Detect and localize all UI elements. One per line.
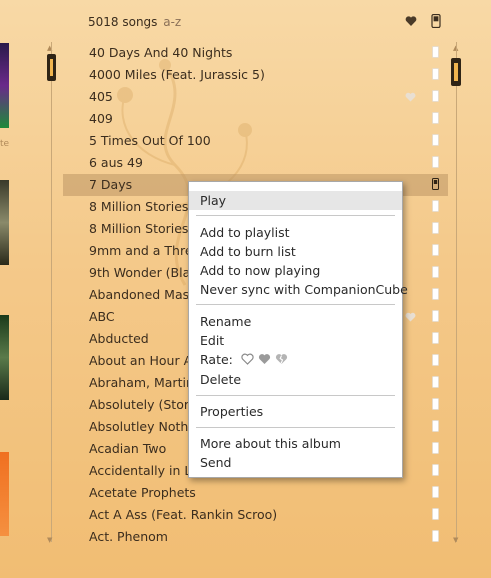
device-sync-icon[interactable] [432, 156, 439, 168]
heart-broken-icon[interactable] [275, 353, 288, 365]
menu-separator [196, 304, 395, 305]
song-title: Acadian Two [89, 441, 167, 456]
song-row[interactable]: 40 Days And 40 Nights [63, 42, 448, 64]
device-sync-icon[interactable] [432, 200, 439, 212]
device-sync-icon[interactable] [432, 68, 439, 80]
heart-icon[interactable] [405, 15, 417, 27]
song-title: 4000 Miles (Feat. Jurassic 5) [89, 67, 265, 82]
song-count-label: 5018 songs a-z [88, 15, 181, 29]
device-sync-icon[interactable] [432, 420, 439, 432]
album-art-thumbnail[interactable] [0, 315, 9, 400]
scroll-down-arrow-icon[interactable]: ▼ [453, 536, 458, 544]
song-title: Abandoned Mas [89, 287, 190, 302]
menu-item-rate[interactable]: Rate: [189, 350, 402, 369]
heart-outline-icon[interactable] [241, 353, 254, 365]
device-sync-icon[interactable] [432, 442, 439, 454]
scroll-down-arrow-icon[interactable]: ▼ [47, 536, 52, 544]
album-art-thumbnail[interactable] [0, 452, 9, 536]
menu-item-more-about-album[interactable]: More about this album [189, 434, 402, 453]
song-title: Absolutely (Story [89, 397, 197, 412]
scroll-track[interactable] [456, 42, 457, 542]
album-art-thumbnail[interactable] [0, 180, 9, 265]
album-art-caption: te [0, 139, 10, 149]
song-row[interactable]: Act A Ass (Feat. Rankin Scroo) [63, 504, 448, 526]
song-row[interactable]: Act. Phenom [63, 526, 448, 548]
menu-separator [196, 395, 395, 396]
song-title: 8 Million Stories [89, 221, 189, 236]
song-row[interactable]: 4000 Miles (Feat. Jurassic 5) [63, 64, 448, 86]
song-title: 409 [89, 111, 113, 126]
device-sync-icon[interactable] [432, 376, 439, 388]
device-sync-icon[interactable] [432, 398, 439, 410]
song-title: 9th Wonder (Blac [89, 265, 198, 280]
song-row[interactable]: 6 aus 49 [63, 152, 448, 174]
device-sync-icon[interactable] [432, 178, 439, 190]
list-header: 5018 songs a-z [88, 12, 448, 32]
device-sync-icon[interactable] [432, 222, 439, 234]
device-sync-icon[interactable] [432, 332, 439, 344]
scroll-thumb[interactable] [451, 58, 461, 86]
sort-order-link[interactable]: a-z [163, 15, 181, 29]
menu-item-send[interactable]: Send [189, 453, 402, 472]
song-title: About an Hour A [89, 353, 193, 368]
song-title: Acetate Prophets [89, 485, 196, 500]
song-row[interactable]: 405 [63, 86, 448, 108]
song-title: Act A Ass (Feat. Rankin Scroo) [89, 507, 278, 522]
rating-hearts [241, 353, 288, 365]
song-row[interactable]: 409 [63, 108, 448, 130]
song-title: 6 aus 49 [89, 155, 143, 170]
song-row[interactable]: 5 Times Out Of 100 [63, 130, 448, 152]
menu-item-never-sync[interactable]: Never sync with CompanionCube [189, 280, 408, 299]
device-sync-icon[interactable] [432, 288, 439, 300]
scroll-track[interactable] [51, 42, 52, 542]
song-title: Absolutley Noth [89, 419, 189, 434]
album-art-thumbnail[interactable] [0, 43, 9, 128]
song-title: 7 Days [89, 177, 133, 192]
device-icon[interactable] [431, 14, 441, 28]
device-sync-icon[interactable] [432, 46, 439, 58]
device-sync-icon[interactable] [432, 530, 439, 542]
menu-item-properties[interactable]: Properties [189, 402, 402, 421]
song-title: 5 Times Out Of 100 [89, 133, 211, 148]
song-count: 5018 songs [88, 15, 158, 29]
device-sync-icon[interactable] [432, 90, 439, 102]
menu-separator [196, 215, 395, 216]
menu-item-add-to-now-playing[interactable]: Add to now playing [189, 261, 402, 280]
device-sync-icon[interactable] [432, 244, 439, 256]
device-sync-icon[interactable] [432, 508, 439, 520]
heart-icon[interactable] [405, 92, 416, 102]
device-sync-icon[interactable] [432, 266, 439, 278]
song-title: 40 Days And 40 Nights [89, 45, 233, 60]
song-title: 405 [89, 89, 113, 104]
song-title: Abraham, Martin [89, 375, 194, 390]
device-sync-icon[interactable] [432, 486, 439, 498]
device-sync-icon[interactable] [432, 310, 439, 322]
device-sync-icon[interactable] [432, 464, 439, 476]
song-title: Act. Phenom [89, 529, 168, 544]
song-title: 8 Million Stories [89, 199, 189, 214]
menu-separator [196, 427, 395, 428]
menu-item-rename[interactable]: Rename [189, 312, 402, 331]
album-art-strip: te [0, 0, 10, 578]
menu-item-edit[interactable]: Edit [189, 331, 402, 350]
context-menu: Play Add to playlist Add to burn list Ad… [188, 181, 408, 478]
song-title: Abducted [89, 331, 149, 346]
heart-icon[interactable] [405, 312, 416, 322]
song-title: 9mm and a Thre [89, 243, 193, 258]
device-sync-icon[interactable] [432, 134, 439, 146]
device-sync-icon[interactable] [432, 354, 439, 366]
menu-item-delete[interactable]: Delete [189, 370, 402, 389]
song-title: Accidentally in Lo [89, 463, 199, 478]
scroll-thumb[interactable] [47, 54, 56, 81]
menu-item-add-to-burn-list[interactable]: Add to burn list [189, 242, 402, 261]
device-sync-icon[interactable] [432, 112, 439, 124]
menu-item-play[interactable]: Play [189, 191, 402, 210]
menu-item-add-to-playlist[interactable]: Add to playlist [189, 223, 402, 242]
song-row[interactable]: Acetate Prophets [63, 482, 448, 504]
heart-filled-icon[interactable] [258, 353, 271, 365]
song-title: ABC [89, 309, 115, 324]
